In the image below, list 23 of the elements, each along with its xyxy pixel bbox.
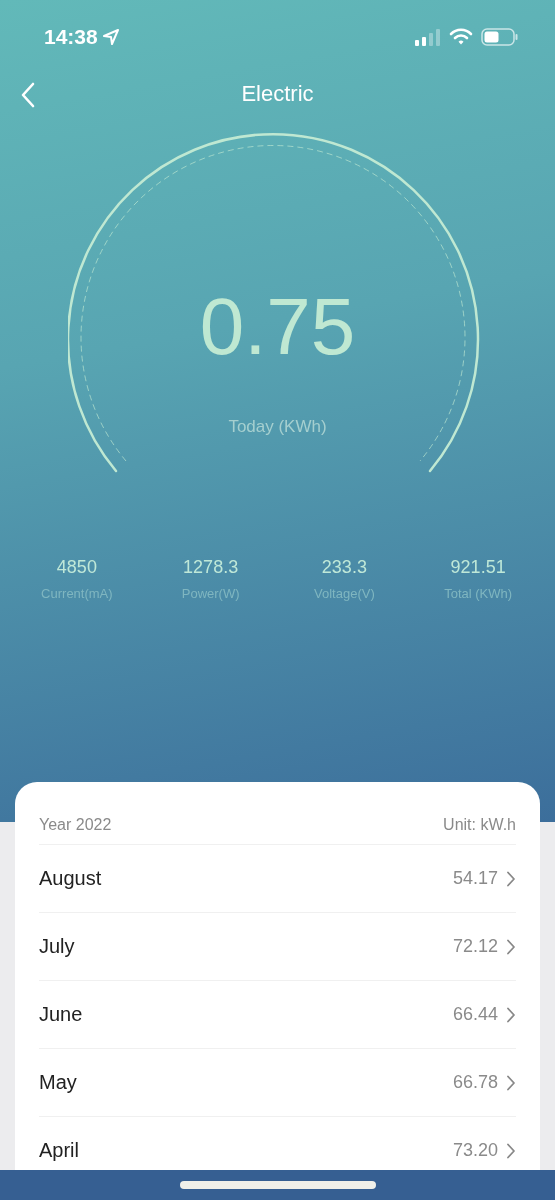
stat-value: 1278.3 bbox=[183, 557, 239, 578]
location-arrow-icon bbox=[101, 28, 120, 46]
page-title: Electric bbox=[241, 81, 314, 107]
chevron-right-icon bbox=[506, 870, 516, 887]
chevron-right-icon bbox=[506, 1142, 516, 1159]
stat-value: 921.51 bbox=[450, 557, 506, 578]
stat-value: 4850 bbox=[56, 557, 97, 578]
wifi-icon bbox=[449, 28, 473, 46]
month-row[interactable]: May 66.78 bbox=[39, 1049, 516, 1117]
status-time: 14:38 bbox=[44, 25, 98, 49]
chevron-right-icon bbox=[506, 938, 516, 955]
chevron-right-icon bbox=[506, 1074, 516, 1091]
today-energy-value: 0.75 bbox=[199, 287, 356, 367]
month-row[interactable]: August 54.17 bbox=[39, 845, 516, 913]
unit-label: Unit: kW.h bbox=[443, 816, 516, 834]
stat-value: 233.3 bbox=[321, 557, 367, 578]
month-row[interactable]: July 72.12 bbox=[39, 913, 516, 981]
chevron-right-icon bbox=[506, 1006, 516, 1023]
signal-icon bbox=[415, 28, 441, 46]
year-label: Year 2022 bbox=[39, 816, 112, 834]
month-row[interactable]: June 66.44 bbox=[39, 981, 516, 1049]
battery-icon bbox=[481, 28, 519, 46]
today-energy-label: Today (KWh) bbox=[228, 417, 327, 437]
